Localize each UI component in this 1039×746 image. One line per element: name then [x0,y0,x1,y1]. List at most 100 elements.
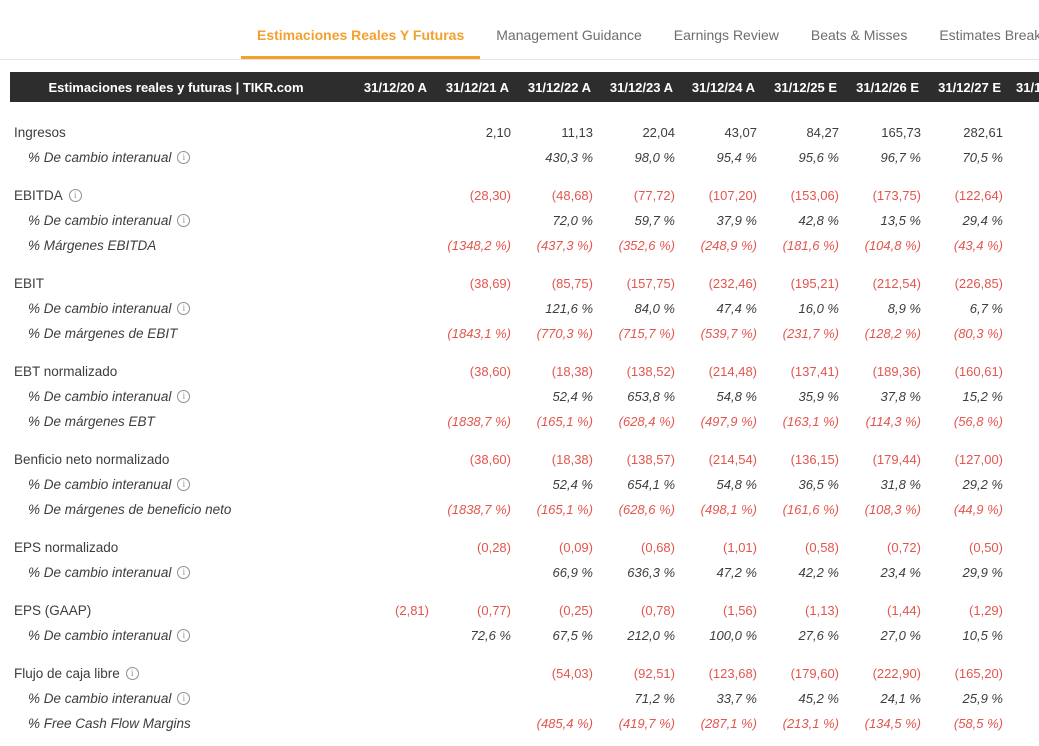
row-label: EPS (GAAP) [14,603,91,618]
value-cell: 16,0 % [760,301,842,316]
value-cell: 15,2 % [924,389,1006,404]
value-cell: (18,38) [514,452,596,467]
info-icon[interactable]: i [177,692,190,705]
value-cell: 72,0 % [514,213,596,228]
table-row-de-cambio-interanual: % De cambio interanuali72,0 %59,7 %37,9 … [0,208,1039,233]
row-label-cell: % De cambio interanuali [0,477,342,492]
value-cell: (18,38) [514,364,596,379]
value-cell: (104,8 %) [842,238,924,253]
table-row-flujo-de-caja-libre: Flujo de caja librei(54,03)(92,51)(123,6… [0,661,1039,686]
value-cell: 27,6 % [760,628,842,643]
info-icon[interactable]: i [126,667,139,680]
tab-earnings-review[interactable]: Earnings Review [658,27,795,59]
row-label-cell: % De márgenes de EBIT [0,326,342,341]
value-cell: (628,6 %) [596,502,678,517]
value-cell: (0,78) [596,603,678,618]
table-row-de-cambio-interanual: % De cambio interanuali52,4 %654,1 %54,8… [0,472,1039,497]
value-cell: 653,8 % [596,389,678,404]
row-label: % Free Cash Flow Margins [28,716,191,731]
info-icon[interactable]: i [177,390,190,403]
value-cell: (226,85) [924,276,1006,291]
value-cell: 42,8 % [760,213,842,228]
column-header-31-12-25-e: 31/12/25 E [760,80,842,95]
info-icon[interactable]: i [177,214,190,227]
tab-estimates-break[interactable]: Estimates Break [923,27,1039,59]
value-cell: 66,9 % [514,565,596,580]
info-icon[interactable]: i [177,478,190,491]
info-icon[interactable]: i [69,189,82,202]
info-icon[interactable]: i [177,302,190,315]
table-row-de-cambio-interanual: % De cambio interanuali52,4 %653,8 %54,8… [0,384,1039,409]
tab-beats-misses[interactable]: Beats & Misses [795,27,923,59]
row-label: Ingresos [14,125,66,140]
row-label-cell: EBIT [0,276,342,291]
value-cell: (1,01) [678,540,760,555]
value-cell: 95,4 % [678,150,760,165]
row-label: % De cambio interanual [28,691,171,706]
value-cell: 45,2 % [760,691,842,706]
value-cell: (137,41) [760,364,842,379]
value-cell: 47,2 % [678,565,760,580]
info-icon[interactable]: i [177,629,190,642]
value-cell: (1348,2 %) [432,238,514,253]
row-label-cell: Benficio neto normalizado [0,452,342,467]
value-cell: (0,68) [596,540,678,555]
value-cell: (128,2 %) [842,326,924,341]
value-cell: 10,5 % [924,628,1006,643]
value-cell: 13,5 % [842,213,924,228]
value-cell: (56,8 %) [924,414,1006,429]
row-label-cell: % De cambio interanuali [0,301,342,316]
value-cell: (231,7 %) [760,326,842,341]
value-cell: 96,7 % [842,150,924,165]
value-cell: (1,29) [924,603,1006,618]
value-cell: (539,7 %) [678,326,760,341]
tab-management-guidance[interactable]: Management Guidance [480,27,658,59]
column-header-31-12-23-a: 31/12/23 A [596,80,678,95]
row-label: % De cambio interanual [28,150,171,165]
tab-estimaciones-reales-y-futuras[interactable]: Estimaciones Reales Y Futuras [241,27,480,59]
value-cell: (485,4 %) [514,716,596,731]
value-cell: (38,60) [432,452,514,467]
column-header-31-12-26-e: 31/12/26 E [842,80,924,95]
table-row-de-cambio-interanual: % De cambio interanuali430,3 %98,0 %95,4… [0,145,1039,170]
value-cell: 2,10 [432,125,514,140]
value-cell: 25,9 % [924,691,1006,706]
value-cell: 23,4 % [842,565,924,580]
value-cell: (189,36) [842,364,924,379]
value-cell: 29,2 % [924,477,1006,492]
value-cell: 35,9 % [760,389,842,404]
value-cell: (214,54) [678,452,760,467]
value-cell: (44,9 %) [924,502,1006,517]
value-cell: (134,5 %) [842,716,924,731]
value-cell: (108,3 %) [842,502,924,517]
value-cell: 24,1 % [842,691,924,706]
value-cell: (352,6 %) [596,238,678,253]
row-label: EBIT [14,276,44,291]
value-cell: 37,9 % [678,213,760,228]
value-cell: (38,69) [432,276,514,291]
value-cell: (212,54) [842,276,924,291]
value-cell: (0,58) [760,540,842,555]
value-cell: (165,20) [924,666,1006,681]
value-cell: (80,3 %) [924,326,1006,341]
row-label: % De cambio interanual [28,213,171,228]
table-body: Ingresos2,1011,1322,0443,0784,27165,7328… [0,102,1039,736]
value-cell: 654,1 % [596,477,678,492]
table-title: Estimaciones reales y futuras | TIKR.com [10,80,342,95]
value-cell: (28,30) [432,188,514,203]
value-cell: (437,3 %) [514,238,596,253]
table-row-de-m-rgenes-ebt: % De márgenes EBT(1838,7 %)(165,1 %)(628… [0,409,1039,434]
value-cell: 31,8 % [842,477,924,492]
value-cell: (179,44) [842,452,924,467]
info-icon[interactable]: i [177,151,190,164]
value-cell: (92,51) [596,666,678,681]
info-icon[interactable]: i [177,566,190,579]
value-cell: (122,64) [924,188,1006,203]
column-header-31-12-24-a: 31/12/24 A [678,80,760,95]
row-label-cell: Flujo de caja librei [0,666,342,681]
value-cell: 36,5 % [760,477,842,492]
column-header-31-12-21-a: 31/12/21 A [432,80,514,95]
value-cell: 29,4 % [924,213,1006,228]
table-row-de-cambio-interanual: % De cambio interanuali71,2 %33,7 %45,2 … [0,686,1039,711]
value-cell: (181,6 %) [760,238,842,253]
